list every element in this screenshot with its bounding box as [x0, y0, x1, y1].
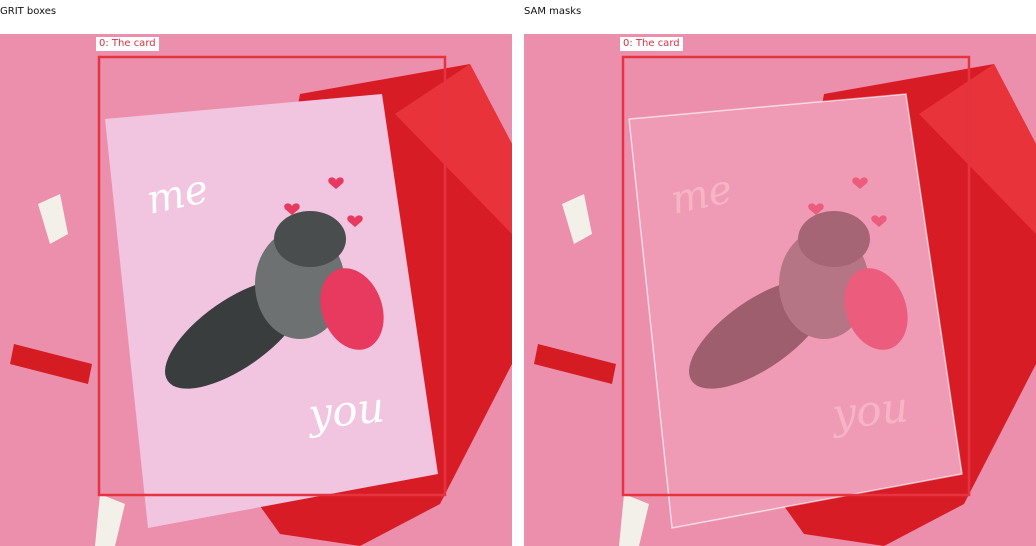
panel-title-grit: GRIT boxes: [0, 6, 57, 17]
sam-masks-panel: me you 0: The card: [524, 34, 1036, 546]
grit-image: me you: [0, 34, 512, 546]
box-label: 0: The card: [96, 37, 159, 51]
grit-boxes-panel: me you 0: The card: [0, 34, 512, 546]
sam-image: me you: [524, 34, 1036, 546]
panel-title-sam: SAM masks: [524, 6, 582, 17]
card-text-you: you: [304, 382, 387, 439]
segmentation-mask: [628, 93, 963, 529]
box-label: 0: The card: [620, 37, 683, 51]
